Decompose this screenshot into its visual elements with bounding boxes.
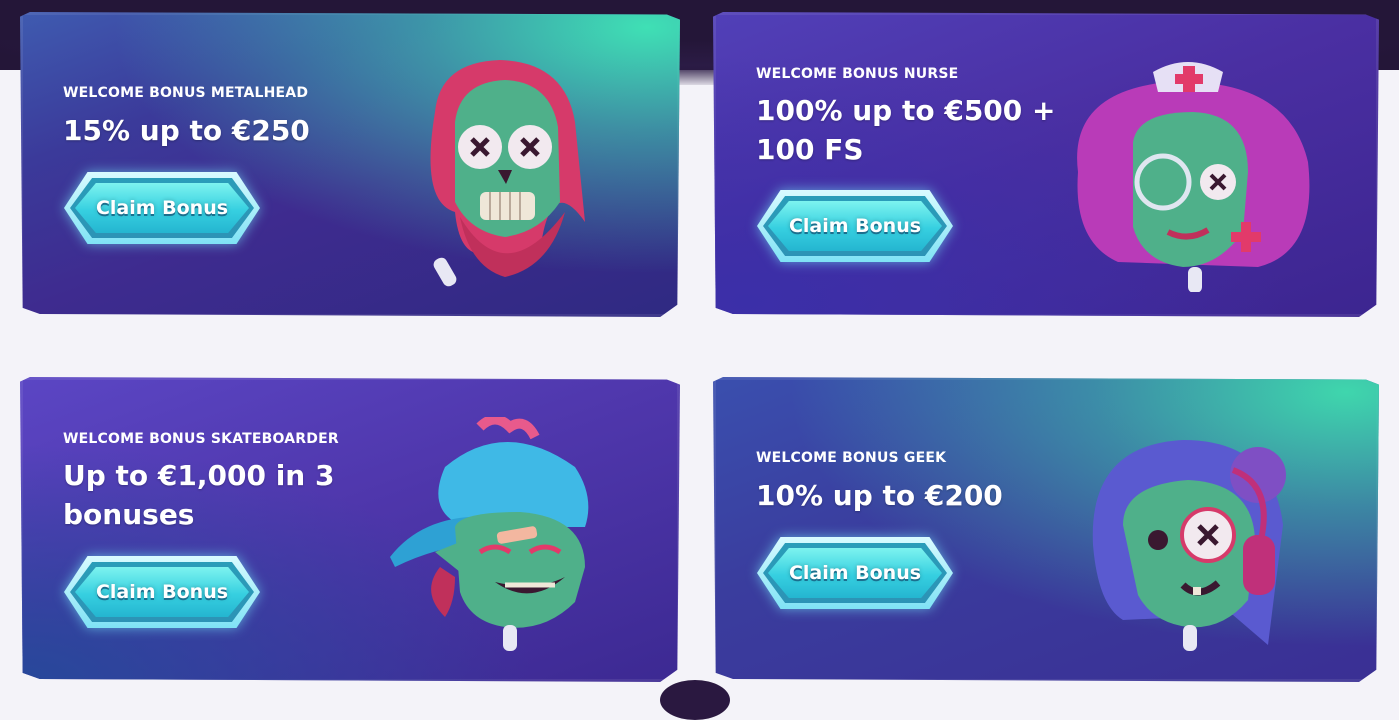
claim-bonus-label: Claim Bonus	[95, 581, 229, 603]
card-eyebrow: WELCOME BONUS METALHEAD	[63, 85, 309, 101]
bonus-card-metalhead: WELCOME BONUS METALHEAD 15% up to €250 C…	[20, 12, 680, 317]
card-headline: 10% up to €200	[756, 479, 1003, 512]
claim-bonus-label: Claim Bonus	[788, 562, 922, 584]
claim-bonus-button[interactable]: Claim Bonus	[64, 172, 260, 244]
geek-zombie-icon	[1092, 440, 1286, 651]
claim-bonus-button[interactable]: Claim Bonus	[757, 190, 953, 262]
bonus-card-geek: WELCOME BONUS GEEK 10% up to €200 Claim …	[713, 377, 1379, 682]
card-headline: Up to €1,000 in 3 bonuses	[63, 459, 335, 531]
bonus-card-skateboarder: WELCOME BONUS SKATEBOARDER Up to €1,000 …	[20, 377, 680, 682]
bonus-card-nurse: WELCOME BONUS NURSE 100% up to €500 + 10…	[713, 12, 1379, 317]
claim-bonus-label: Claim Bonus	[95, 197, 229, 219]
card-eyebrow: WELCOME BONUS GEEK	[756, 450, 947, 466]
claim-bonus-button[interactable]: Claim Bonus	[64, 556, 260, 628]
card-headline: 15% up to €250	[63, 114, 310, 147]
bottom-decoration	[660, 680, 730, 720]
nurse-zombie-icon	[1077, 62, 1310, 292]
card-headline: 100% up to €500 + 100 FS	[756, 94, 1056, 166]
claim-bonus-button[interactable]: Claim Bonus	[757, 537, 953, 609]
claim-bonus-label: Claim Bonus	[788, 215, 922, 237]
card-eyebrow: WELCOME BONUS NURSE	[756, 66, 959, 82]
metalhead-zombie-icon	[430, 60, 585, 287]
skateboarder-zombie-icon	[390, 417, 589, 651]
card-eyebrow: WELCOME BONUS SKATEBOARDER	[63, 431, 339, 447]
